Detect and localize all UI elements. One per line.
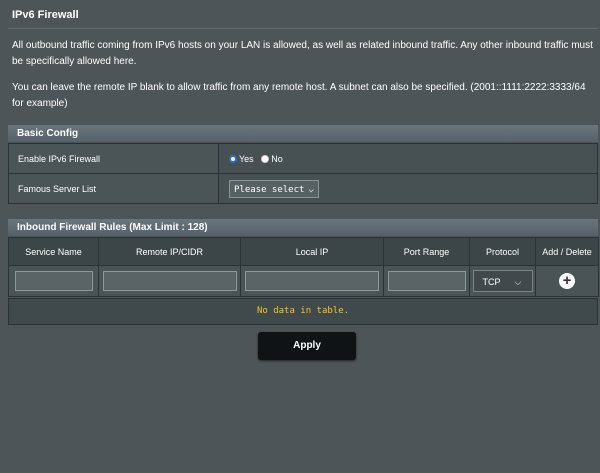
enable-no-label[interactable]: No [271, 154, 283, 164]
basic-config-header: Basic Config [8, 125, 598, 142]
empty-table-message: No data in table. [8, 298, 598, 325]
famous-server-label: Famous Server List [8, 173, 219, 204]
basic-config-table: Enable IPv6 Firewall Yes No Famous Serve… [8, 143, 598, 204]
protocol-select[interactable]: TCP ⌵ [472, 270, 533, 292]
remote-ip-input[interactable] [102, 271, 237, 291]
description-remote-ip: You can leave the remote IP blank to all… [12, 82, 586, 109]
chevron-down-icon: ⌵ [308, 184, 314, 195]
famous-server-cell: Please select ⌵ [218, 173, 598, 204]
port-range-input[interactable] [387, 271, 466, 291]
protocol-select-value: TCP [482, 277, 501, 287]
column-add-delete: Add / Delete [535, 237, 599, 266]
enable-firewall-label: Enable IPv6 Firewall [8, 143, 219, 174]
column-local-ip: Local IP [240, 237, 384, 266]
enable-firewall-options: Yes No [218, 143, 598, 174]
chevron-down-icon: ⌵ [514, 277, 522, 287]
column-service-name: Service Name [8, 237, 99, 266]
add-delete-cell: + [535, 265, 599, 297]
famous-server-select-value: Please select [234, 184, 305, 195]
ipv6-firewall-page: IPv6 Firewall All outbound traffic comin… [0, 0, 600, 473]
enable-yes-radio[interactable] [229, 154, 237, 163]
protocol-cell: TCP ⌵ [469, 265, 536, 297]
port-range-cell [383, 265, 470, 297]
add-circle-icon[interactable]: + [559, 272, 575, 289]
service-name-cell [8, 265, 99, 297]
local-ip-cell [240, 265, 384, 297]
local-ip-input[interactable] [245, 271, 379, 291]
enable-firewall-row: Enable IPv6 Firewall Yes No [8, 143, 598, 174]
enable-no-radio[interactable] [261, 154, 270, 163]
famous-server-select[interactable]: Please select ⌵ [229, 179, 319, 198]
remote-ip-cell [98, 265, 241, 297]
column-remote-ip: Remote IP/CIDR [98, 237, 241, 266]
column-protocol: Protocol [469, 237, 536, 266]
enable-yes-label[interactable]: Yes [239, 154, 254, 164]
rules-header-row: Service Name Remote IP/CIDR Local IP Por… [8, 237, 599, 266]
apply-button[interactable]: Apply [258, 332, 356, 360]
inbound-rules-table: Service Name Remote IP/CIDR Local IP Por… [8, 237, 599, 297]
title-divider [8, 28, 598, 29]
new-rule-row: TCP ⌵ + [8, 265, 599, 297]
inbound-rules-header: Inbound Firewall Rules (Max Limit : 128) [8, 219, 598, 236]
famous-server-row: Famous Server List Please select ⌵ [8, 173, 598, 204]
page-title: IPv6 Firewall [12, 9, 79, 21]
description-outbound: All outbound traffic coming from IPv6 ho… [12, 40, 593, 67]
column-port-range: Port Range [383, 237, 470, 266]
service-name-input[interactable] [14, 271, 93, 291]
